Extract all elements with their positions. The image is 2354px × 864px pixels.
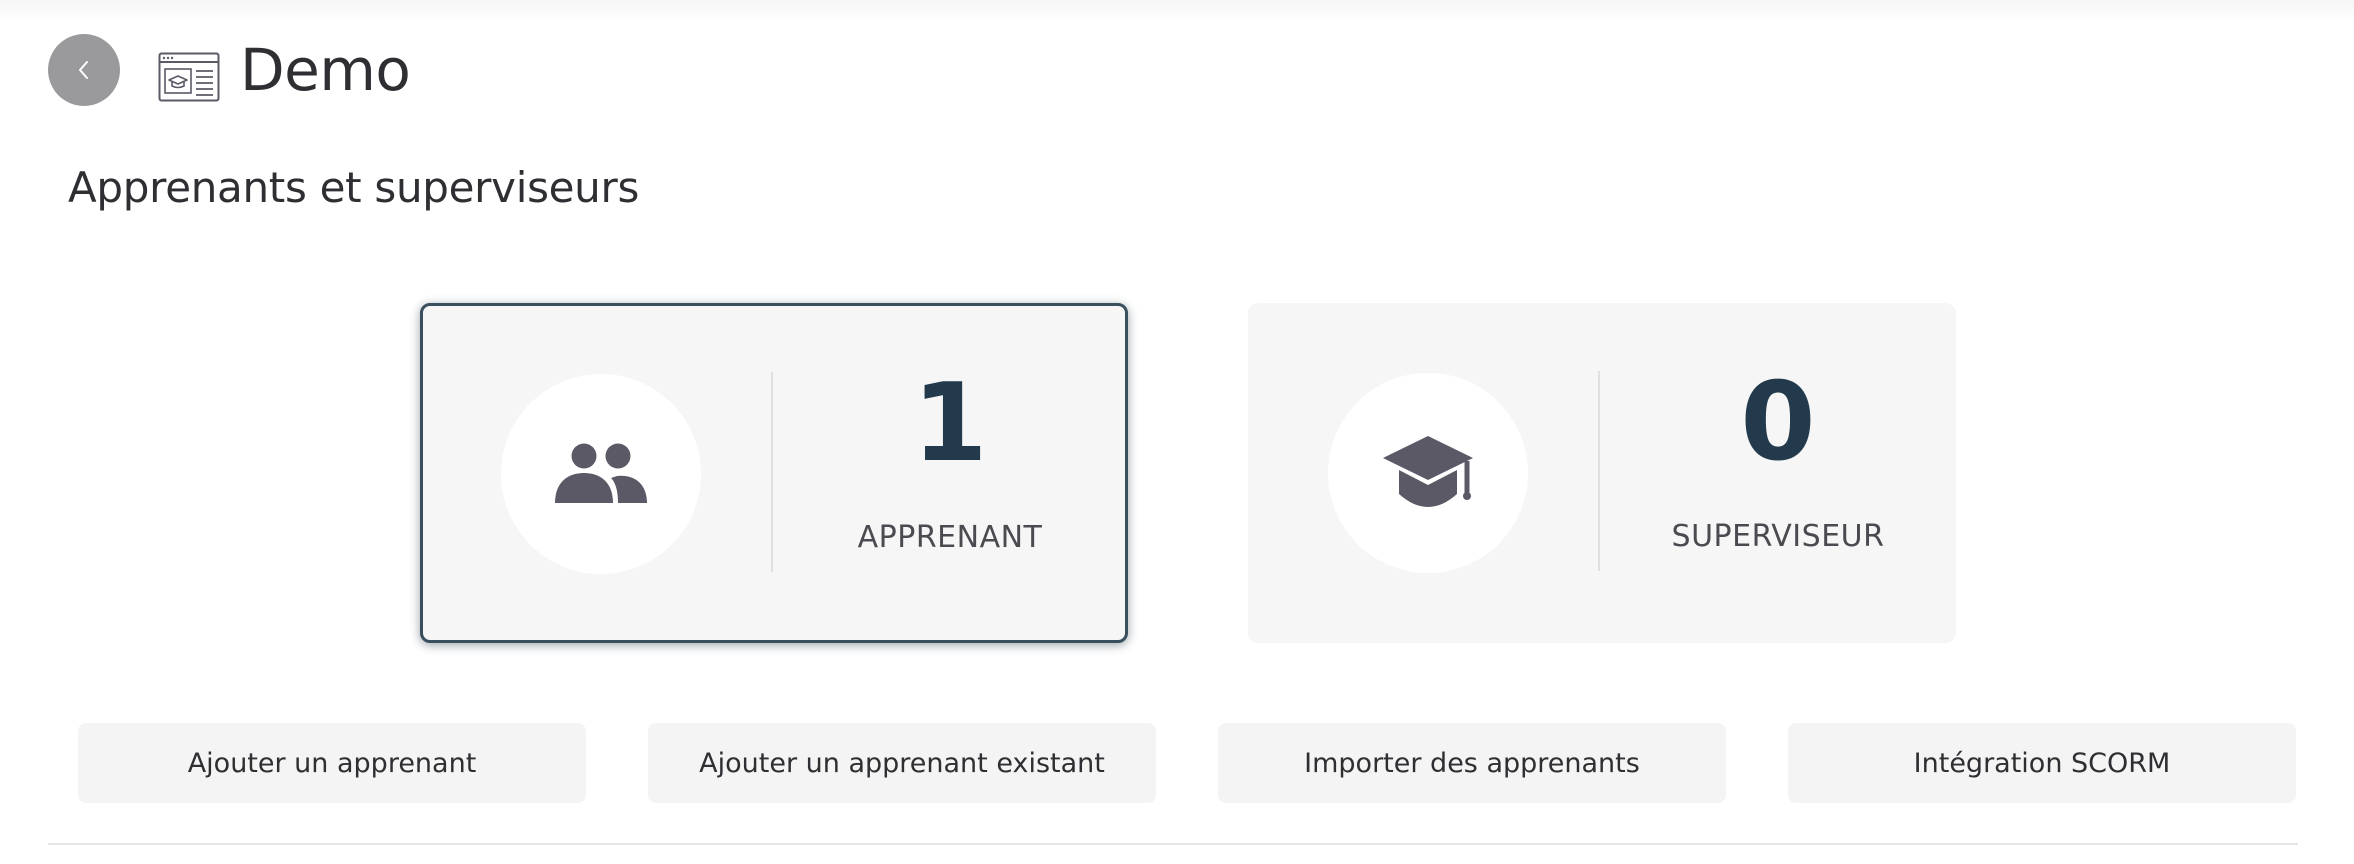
learners-count: 1 (912, 361, 988, 486)
section-title: Apprenants et superviseurs (68, 163, 640, 212)
learners-label: APPRENANT (857, 520, 1043, 555)
chevron-left-icon (79, 61, 88, 79)
supervisors-count: 0 (1740, 360, 1816, 485)
top-shadow (0, 0, 2354, 22)
add-existing-learner-button[interactable]: Ajouter un apprenant existant (648, 723, 1156, 803)
supervisors-stat-card[interactable]: 0 SUPERVISEUR (1248, 303, 1956, 643)
scorm-integration-button[interactable]: Intégration SCORM (1788, 723, 2296, 803)
bottom-divider (48, 843, 2298, 845)
page-title: Demo (240, 36, 411, 104)
learners-stat-card[interactable]: 1 APPRENANT (420, 303, 1128, 643)
supervisors-icon-circle (1328, 373, 1528, 573)
learners-icon-circle (501, 374, 701, 574)
add-learner-button[interactable]: Ajouter un apprenant (78, 723, 586, 803)
course-window-icon (158, 52, 220, 102)
import-learners-button[interactable]: Importer des apprenants (1218, 723, 1726, 803)
page: Demo Apprenants et superviseurs 1 APPREN… (0, 0, 2354, 864)
back-button[interactable] (48, 34, 120, 106)
graduation-cap-icon (1383, 436, 1473, 507)
supervisors-label: SUPERVISEUR (1671, 519, 1885, 554)
users-icon (555, 443, 647, 503)
card-divider (771, 372, 773, 572)
